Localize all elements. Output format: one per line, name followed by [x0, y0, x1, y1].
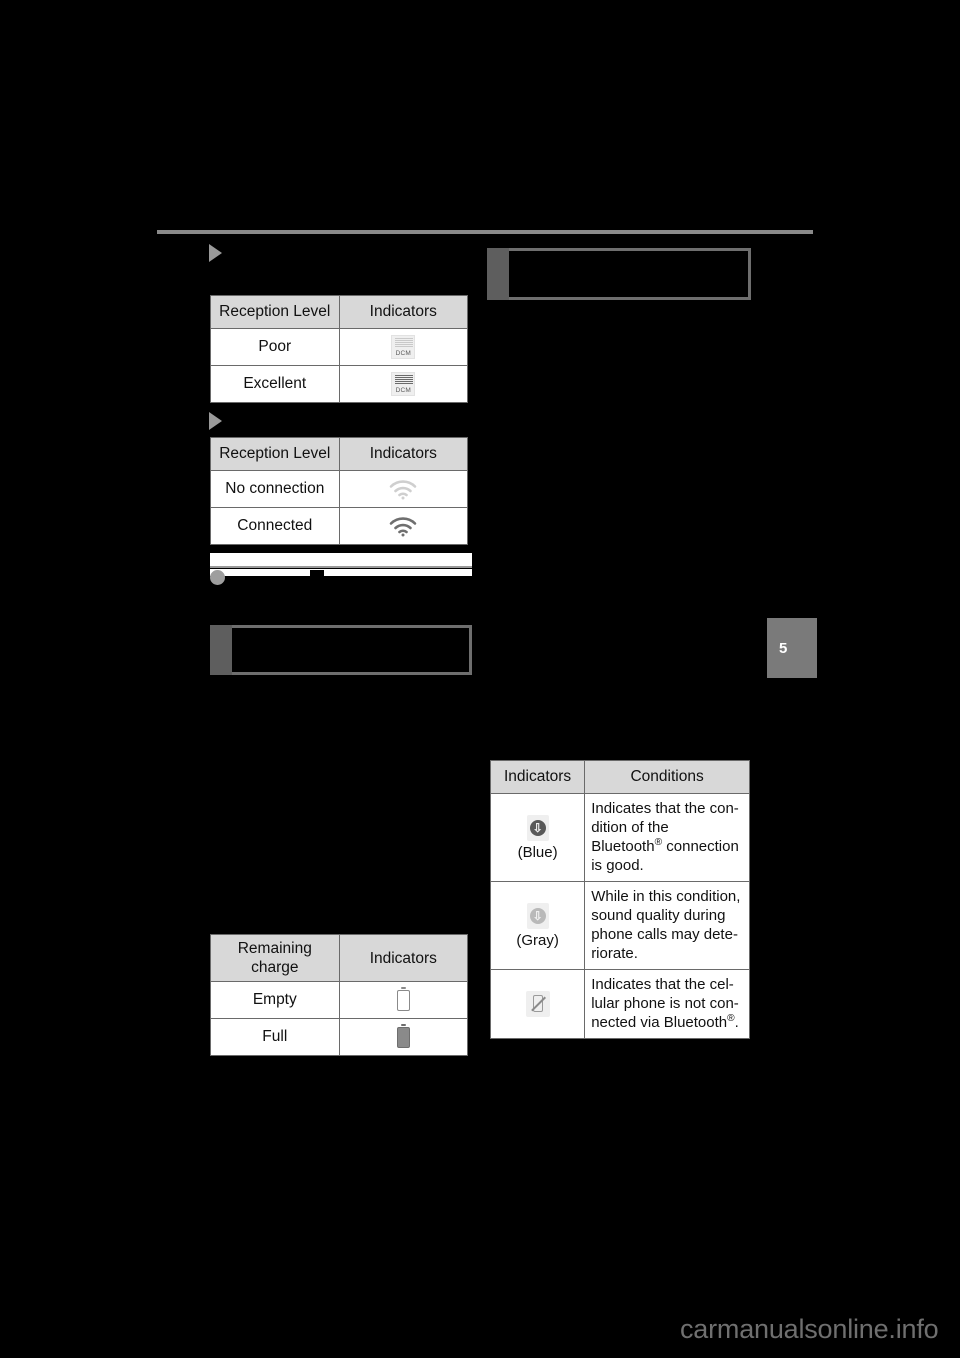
- site-watermark: carmanualsonline.info: [680, 1314, 939, 1344]
- reception-level-excellent: Excellent: [210, 365, 340, 403]
- note-box-left-column: [210, 625, 472, 675]
- indicator-color-label-gray: (Gray): [516, 931, 559, 949]
- table-row: ⇩ (Gray) While in this condition, sound …: [489, 881, 750, 970]
- column-header-indicators: Indicators: [338, 295, 469, 329]
- dcm-signal-poor-icon: DCM: [391, 335, 416, 359]
- wifi-connected-icon: [388, 515, 418, 537]
- column-header-reception-level: Reception Level: [210, 437, 340, 471]
- section-triangle-bullet-1: [209, 244, 222, 262]
- bluetooth-gray-icon: ⇩: [526, 902, 549, 929]
- table-row: Indicates that the cel-lular phone is no…: [489, 969, 750, 1039]
- section-triangle-bullet-2: [209, 412, 222, 430]
- manual-page: Reception Level Indicators Poor DCM Exce…: [0, 0, 960, 1358]
- registered-mark: ®: [727, 1013, 735, 1024]
- table-row: Full: [210, 1018, 469, 1056]
- brand-bluetooth: Bluetooth: [591, 838, 655, 855]
- battery-full-icon: [396, 1024, 410, 1048]
- wifi-no-connection-icon: [388, 478, 418, 500]
- table-header-row: Remaining charge Indicators: [210, 934, 469, 982]
- wifi-reception-table: Reception Level Indicators No connection…: [210, 437, 469, 545]
- bluetooth-blue-icon: ⇩: [526, 814, 549, 841]
- table-header-row: Reception Level Indicators: [210, 295, 469, 329]
- column-header-indicators: Indicators: [338, 934, 469, 982]
- header-rule: [157, 230, 813, 234]
- section-heading-notch: [310, 570, 324, 576]
- column-header-reception-level: Reception Level: [210, 295, 340, 329]
- section-dot-bullet: [210, 570, 225, 585]
- section-heading-rule: [210, 566, 472, 568]
- registered-mark: ®: [654, 837, 663, 848]
- column-header-indicators: Indicators: [338, 437, 469, 471]
- condition-text-part2: .: [734, 1014, 739, 1031]
- table-row: Empty: [210, 981, 469, 1019]
- indicator-cell: [338, 1018, 469, 1056]
- wifi-level-connected: Connected: [210, 507, 340, 545]
- column-header-remaining-charge: Remaining charge: [210, 934, 340, 982]
- table-row: No connection: [210, 470, 469, 508]
- indicator-color-label-blue: (Blue): [517, 843, 558, 861]
- battery-level-full: Full: [210, 1018, 340, 1056]
- chapter-number: 5: [779, 639, 788, 657]
- table-row: Excellent DCM: [210, 365, 469, 403]
- column-header-conditions: Conditions: [584, 760, 750, 794]
- column-header-indicators: Indicators: [489, 760, 586, 794]
- note-box-right-column-tab: [487, 248, 509, 300]
- table-header-row: Reception Level Indicators: [210, 437, 469, 471]
- phone-not-connected-icon: [525, 991, 550, 1017]
- table-row: ⇩ (Blue) Indicates that the con-dition o…: [489, 793, 750, 882]
- header-line-1: Remaining: [237, 940, 312, 957]
- section-heading-band-lower: [210, 569, 472, 576]
- condition-cell: Indicates that the cel-lular phone is no…: [584, 969, 750, 1039]
- indicator-cell: ⇩ (Gray): [489, 881, 586, 970]
- note-box-right-column: [487, 248, 751, 300]
- condition-text-part1: Indicates that the con-dition of the: [591, 800, 739, 836]
- reception-level-poor: Poor: [210, 328, 340, 366]
- table-header-row: Indicators Conditions: [489, 760, 750, 794]
- condition-cell: Indicates that the con-dition of the Blu…: [584, 793, 750, 882]
- battery-empty-icon: [396, 987, 410, 1011]
- condition-cell: While in this condition, sound quality d…: [584, 881, 750, 970]
- header-line-2: charge: [251, 959, 299, 976]
- table-row: Poor DCM: [210, 328, 469, 366]
- note-box-left-column-tab: [210, 625, 232, 675]
- battery-charge-table: Remaining charge Indicators Empty Full: [210, 934, 469, 1056]
- indicator-cell: [338, 470, 469, 508]
- indicator-cell: DCM: [338, 328, 469, 366]
- section-heading-band: [210, 553, 472, 567]
- dcm-reception-table: Reception Level Indicators Poor DCM Exce…: [210, 295, 469, 403]
- table-row: Connected: [210, 507, 469, 545]
- battery-level-empty: Empty: [210, 981, 340, 1019]
- indicator-cell: [338, 507, 469, 545]
- indicator-cell: [489, 969, 586, 1039]
- indicator-cell: ⇩ (Blue): [489, 793, 586, 882]
- indicator-cell: [338, 981, 469, 1019]
- chapter-tab: 5: [767, 618, 817, 678]
- wifi-level-no-connection: No connection: [210, 470, 340, 508]
- dcm-signal-excellent-icon: DCM: [391, 372, 416, 396]
- bluetooth-status-table: Indicators Conditions ⇩ (Blue) Indicates…: [489, 760, 750, 1039]
- indicator-cell: DCM: [338, 365, 469, 403]
- brand-bluetooth: Bluetooth: [663, 1014, 728, 1031]
